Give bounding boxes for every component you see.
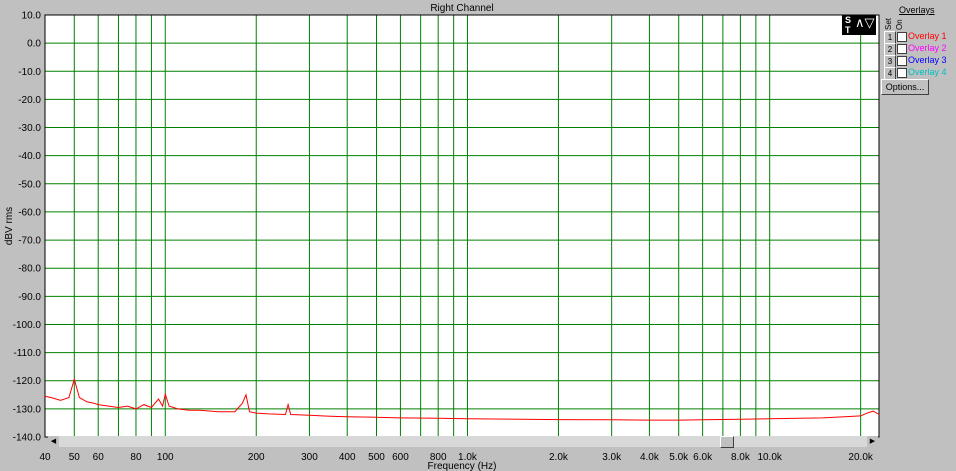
frequency-response-chart: Right Channel Frequency (Hz) dBV rms 10.… xyxy=(4,3,880,471)
y-tick-label: -70.0 xyxy=(18,236,41,247)
options-button[interactable]: Options... xyxy=(881,79,929,95)
y-tick-label: -50.0 xyxy=(18,179,41,190)
x-tick-label: 50 xyxy=(69,452,81,463)
y-tick-label: -120.0 xyxy=(13,376,42,387)
y-tick-label: -10.0 xyxy=(18,67,41,78)
y-tick-label: -80.0 xyxy=(18,264,41,275)
y-tick-label: -20.0 xyxy=(18,95,41,106)
y-tick-label: -40.0 xyxy=(18,151,41,162)
y-tick-label: -140.0 xyxy=(13,433,42,444)
chart-title: Right Channel xyxy=(430,3,493,14)
y-tick-label: -60.0 xyxy=(18,207,41,218)
scroll-left-icon[interactable]: ◀ xyxy=(48,436,59,447)
overlay-row-3: 3 Overlay 3 xyxy=(884,55,954,68)
overlay-checkbox-1[interactable] xyxy=(897,32,907,42)
x-tick-label: 60 xyxy=(93,452,105,463)
on-column-header: On xyxy=(895,19,904,30)
y-tick-label: -30.0 xyxy=(18,123,41,134)
x-tick-label: 400 xyxy=(339,452,356,463)
logo-s: S xyxy=(845,15,852,25)
overlay-label-1: Overlay 1 xyxy=(908,31,947,41)
ap-logo[interactable]: S T ∧▽ xyxy=(842,15,876,35)
overlay-label-2: Overlay 2 xyxy=(908,43,947,53)
overlays-title: Overlays xyxy=(899,5,935,15)
overlay-label-3: Overlay 3 xyxy=(908,55,947,65)
x-tick-label: 500 xyxy=(368,452,385,463)
x-tick-label: 40 xyxy=(39,452,51,463)
y-tick-label: 0.0 xyxy=(27,39,41,50)
x-tick-label: 100 xyxy=(157,452,174,463)
plot-area xyxy=(45,15,879,437)
overlay-row-2: 2 Overlay 2 xyxy=(884,43,954,56)
y-tick-label: -100.0 xyxy=(13,320,42,331)
x-tick-label: 3.0k xyxy=(602,452,622,463)
horizontal-scrollbar[interactable]: ◀ ▶ xyxy=(48,436,878,448)
scroll-thumb[interactable] xyxy=(720,436,734,448)
x-tick-label: 300 xyxy=(301,452,318,463)
y-axis-label: dBV rms xyxy=(4,207,15,245)
y-tick-label: 10.0 xyxy=(22,11,42,22)
x-tick-label: 80 xyxy=(130,452,142,463)
y-tick-label: -130.0 xyxy=(13,404,42,415)
wave-icon: ∧▽ xyxy=(855,15,875,30)
x-tick-label: 800 xyxy=(430,452,447,463)
x-tick-label: 600 xyxy=(392,452,409,463)
y-tick-label: -90.0 xyxy=(18,292,41,303)
logo-t: T xyxy=(845,25,851,35)
x-tick-label: 20.0k xyxy=(848,452,873,463)
x-tick-label: 200 xyxy=(248,452,265,463)
overlay-checkbox-2[interactable] xyxy=(897,44,907,54)
x-tick-label: 1.0k xyxy=(458,452,478,463)
x-tick-label: 4.0k xyxy=(640,452,660,463)
overlay-row-1: 1 Overlay 1 xyxy=(884,31,954,44)
x-tick-label: 5.0k xyxy=(669,452,689,463)
scroll-right-icon[interactable]: ▶ xyxy=(867,436,878,447)
overlay-row-4: 4 Overlay 4 xyxy=(884,67,954,80)
x-tick-label: 8.0k xyxy=(731,452,751,463)
overlay-label-4: Overlay 4 xyxy=(908,67,947,77)
y-tick-label: -110.0 xyxy=(13,348,41,359)
x-tick-label: 6.0k xyxy=(693,452,713,463)
overlay-checkbox-4[interactable] xyxy=(897,68,907,78)
overlay-checkbox-3[interactable] xyxy=(897,56,907,66)
x-tick-label: 10.0k xyxy=(757,452,782,463)
set-column-header: Set xyxy=(884,17,893,30)
x-tick-label: 2.0k xyxy=(549,452,569,463)
